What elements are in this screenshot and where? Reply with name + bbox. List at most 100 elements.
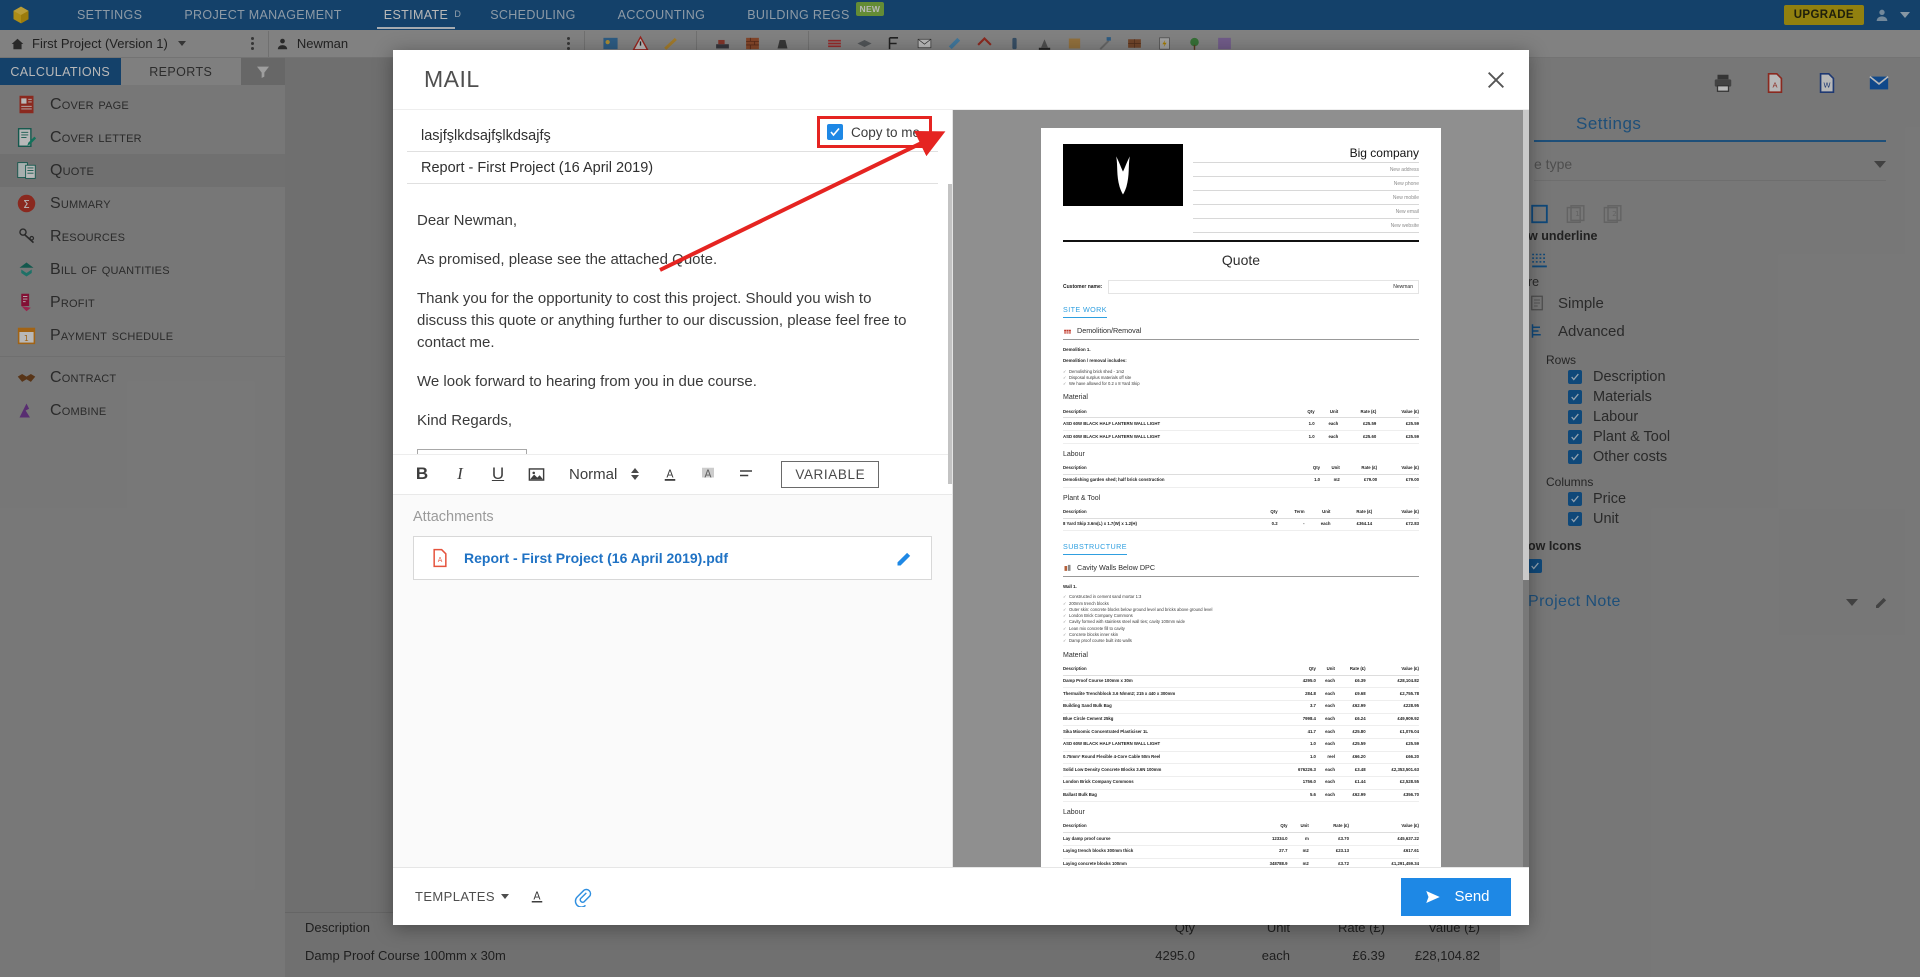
section2-include-7: Damp proof course built into walls	[1063, 638, 1419, 645]
company-website: New website	[1193, 219, 1419, 233]
table-row: Thermalite Trenchblock 3.6 N/mm2; 215 x …	[1063, 687, 1419, 702]
copy-to-me-label: Copy to me	[850, 124, 920, 140]
company-address: New address	[1193, 163, 1419, 177]
preview-document-title: Quote	[1221, 252, 1261, 268]
body-line-attached: As promised, please see the attached Quo…	[417, 251, 718, 268]
templates-button[interactable]: TEMPLATES	[415, 889, 509, 904]
align-button[interactable]	[727, 455, 765, 493]
company-mobile: New mobile	[1193, 191, 1419, 205]
body-paragraph-thanks: Thank you for the opportunity to cost th…	[417, 288, 924, 354]
table-row: Damp Proof Course 100mm x 30m 4295.0 each £…	[1063, 675, 1419, 689]
attachments-label: Attachments	[413, 508, 494, 525]
table-row: London Brick Company Commons 1756.0 each £1…	[1063, 776, 1419, 790]
table-row: ASD 60W BLACK HALF LANTERN WALL LIGHT 1.0…	[1063, 738, 1419, 752]
send-icon	[1426, 890, 1441, 903]
th-description: Description	[1063, 406, 1298, 419]
formatting-toolbar: B I U Normal A A VARIABLE	[393, 453, 952, 494]
insert-image-button[interactable]	[517, 455, 555, 493]
bold-button[interactable]: B	[403, 455, 441, 493]
pdf-preview-page: Big company New address New phone New mo…	[1041, 128, 1441, 867]
section-title-site-work: SITE WORK	[1063, 304, 1107, 318]
mail-dialog-body: Copy to me Dear Newman, As promised, ple…	[393, 110, 1529, 867]
close-icon[interactable]	[1485, 69, 1507, 91]
table-material-2: Description Qty Unit Rate (£) Value (£) …	[1063, 663, 1419, 803]
align-icon	[740, 470, 753, 477]
mail-body-editor[interactable]: Dear Newman, As promised, please see the…	[393, 184, 948, 454]
paragraph-format-select[interactable]: Normal	[569, 466, 640, 483]
table-labour-2: Description Qty Unit Rate (£) Value (£) …	[1063, 821, 1419, 867]
copy-to-me-control[interactable]: Copy to me	[816, 116, 932, 148]
company-fields: Big company New address New phone New mo…	[1193, 144, 1419, 233]
attachment-item[interactable]: A Report - First Project (16 April 2019)…	[413, 535, 932, 580]
mail-body-wrapper: Dear Newman, As promised, please see the…	[393, 184, 952, 484]
mail-dialog-footer: TEMPLATES A Send	[393, 867, 1529, 925]
group-title-material-1: Material	[1063, 394, 1088, 402]
mail-dialog-header: MAIL	[393, 50, 1529, 110]
preview-rule	[1063, 240, 1419, 242]
subject-field-row	[407, 152, 938, 184]
subsection-demolition: Demolition/Removal	[1063, 325, 1419, 337]
italic-button[interactable]: I	[441, 455, 479, 493]
table-row: 8 Yard Skip 3.6m(L) x 1.7(W) x 1.2(H) 0.…	[1063, 518, 1419, 532]
preview-header: Big company New address New phone New mo…	[1063, 144, 1419, 233]
table-material-1: Description Qty Unit Rate (£) Value (£) …	[1063, 406, 1419, 444]
body-line-regards: Kind Regards,	[417, 412, 513, 429]
body-paragraph-thanks-text: Thank you for the opportunity to cost th…	[417, 290, 907, 351]
company-email: New email	[1193, 205, 1419, 219]
footer-font-button[interactable]: A	[519, 879, 555, 915]
attachment-name[interactable]: Report - First Project (16 April 2019).p…	[464, 550, 881, 566]
group-title-labour-1: Labour	[1063, 450, 1085, 458]
check-icon	[830, 127, 840, 137]
table-row: Laying trench blocks 300mm thick 27.7 m2 £2…	[1063, 845, 1419, 859]
underline-button[interactable]: U	[479, 455, 517, 493]
subsection-demolition-label: Demolition/Removal	[1077, 325, 1142, 335]
table-row: Sika Mixomic Concentrated Plasticiser 1L…	[1063, 725, 1419, 740]
table-row: Lay damp proof course 12334.0 m £3.70 £45,63…	[1063, 832, 1419, 847]
section2-intro: Wall 1.	[1063, 584, 1077, 590]
text-format-icon: A	[531, 891, 543, 903]
table-row: ASD 60W BLACK HALF LANTERN WALL LIGHT 1.…	[1063, 430, 1419, 444]
table-header-row: Description Qty Term Unit Rate (£) Value…	[1063, 506, 1419, 519]
preview-customer-label: Customer name:	[1063, 284, 1103, 291]
group-title-plant-tool-1: Plant & Tool	[1063, 494, 1101, 502]
send-button[interactable]: Send	[1401, 877, 1511, 916]
company-logo	[1063, 144, 1183, 206]
highlight-color-button[interactable]: A	[689, 455, 727, 493]
format-stepper-icon[interactable]	[631, 468, 640, 480]
footer-attach-button[interactable]	[565, 879, 601, 915]
preview-customer-value: Newman	[1108, 280, 1419, 295]
text-color-button[interactable]: A	[651, 455, 689, 493]
send-label: Send	[1454, 888, 1490, 905]
table-row: ASD 60W BLACK HALF LANTERN WALL LIGHT 1.…	[1063, 417, 1419, 432]
section-title-substructure: SUBSTRUCTURE	[1063, 541, 1127, 555]
attachments-section: Attachments A Report - First Project (16…	[393, 493, 952, 598]
table-plant-tool-1: Description Qty Term Unit Rate (£) Value…	[1063, 506, 1419, 532]
preview-section-substructure: SUBSTRUCTURE Cavity Walls Below DPC Wall…	[1063, 531, 1419, 867]
recipient-field-row: Copy to me	[407, 116, 938, 152]
paperclip-icon	[574, 888, 592, 907]
image-icon	[528, 467, 544, 481]
signature-input[interactable]: Big company	[417, 449, 527, 454]
copy-to-me-checkbox[interactable]	[826, 124, 843, 140]
section1-includes-title: Demolition / removal includes:	[1063, 358, 1127, 364]
pdf-preview-pane: Big company New address New phone New mo…	[953, 110, 1529, 867]
svg-text:A: A	[533, 891, 541, 903]
th-qty: Qty	[1297, 406, 1315, 419]
table-header-row: Description Qty Unit Rate (£) Value (£)	[1063, 406, 1419, 419]
table-header-row: Description Qty Unit Rate (£) Value (£)	[1063, 663, 1419, 676]
group-title-labour-2: Labour	[1063, 809, 1085, 817]
mail-compose-column: Copy to me Dear Newman, As promised, ple…	[393, 110, 953, 867]
preview-scrollbar[interactable]	[1523, 110, 1529, 867]
highlight-icon: A	[702, 467, 715, 480]
subsection-cavity-walls-label: Cavity Walls Below DPC	[1077, 562, 1156, 572]
logo-figure-icon	[1116, 156, 1130, 195]
text-color-icon: A	[665, 468, 676, 481]
pdf-file-icon: A	[433, 548, 447, 567]
subject-input[interactable]	[421, 159, 938, 176]
cavity-walls-icon	[1064, 564, 1071, 571]
templates-chevron-down-icon[interactable]	[500, 894, 509, 899]
insert-variable-button[interactable]: VARIABLE	[781, 460, 880, 488]
pencil-icon[interactable]	[895, 548, 915, 568]
table-labour-1: Description Qty Unit Rate (£) Value (£) …	[1063, 462, 1419, 488]
body-scrollbar[interactable]	[948, 184, 952, 484]
